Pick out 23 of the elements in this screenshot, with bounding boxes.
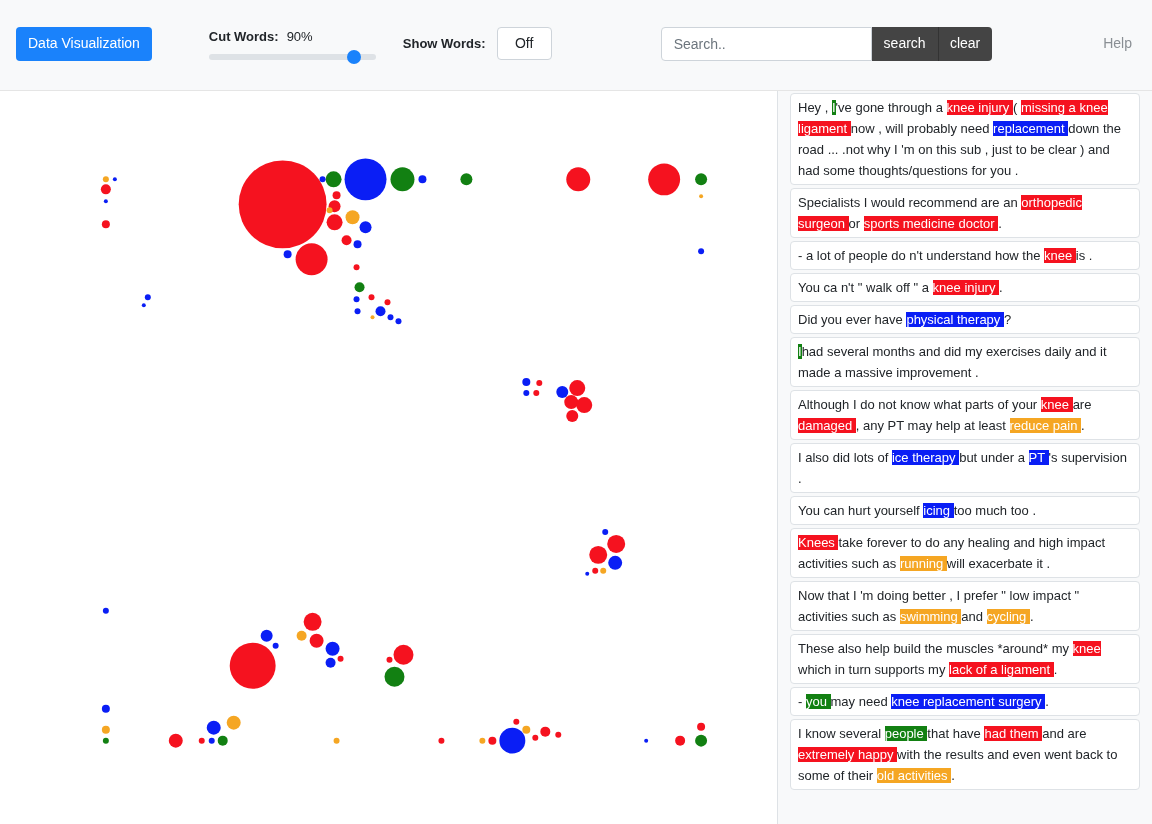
sentence-card: - a lot of people do n't understand how the knee is . — [790, 241, 1140, 270]
sentence-card: Although I do not know what parts of your knee are damaged , any PT may help at least reduce pain . — [790, 390, 1140, 440]
sentence-card: You can hurt yourself icing too much too . — [790, 496, 1140, 525]
sentence-card: These also help build the muscles *around* my knee which in turn supports my lack of a ligament . — [790, 634, 1140, 684]
show-words-toggle[interactable]: Off — [496, 27, 552, 60]
clear-button[interactable]: clear — [937, 26, 992, 61]
search-field[interactable]: Search.. — [660, 26, 872, 61]
cut-words-value: 90% — [286, 28, 313, 47]
sentence-card: Now that I 'm doing better , I prefer " low impact " activities such as swimming and cycling . — [790, 581, 1140, 631]
search-button[interactable]: search — [871, 26, 938, 61]
sentence-card: - you may need knee replacement surgery . — [790, 687, 1140, 716]
sentence-card: Specialists I would recommend are an orthopedic surgeon or sports medicine doctor . — [790, 188, 1140, 238]
sentence-card: Hey , I've gone through a knee injury ( missing a knee ligament now , will probably need replacement down the road ... .not why I 'm on this sub , just to be clear ) and had some thoughts/questions for you . — [790, 93, 1140, 185]
sentence-card: Ihad several months and did my exercises daily and it made a massive improvement . — [790, 337, 1140, 387]
sentence-card: You ca n't " walk off " a knee injury . — [790, 273, 1140, 302]
sentence-card: I know several people that have had them and are extremely happy with the results and even went back to some of their old activities . — [790, 719, 1140, 790]
sentence-card: I also did lots of ice therapy but under a PT 's supervision . — [790, 443, 1140, 493]
cut-words-label: Cut Words: — [208, 28, 279, 47]
slider-thumb[interactable] — [347, 49, 362, 64]
data-visualization-button[interactable]: Data Visualization — [16, 26, 152, 61]
sentence-card: Did you ever have physical therapy ? — [790, 305, 1140, 334]
show-words-label: Show Words: — [402, 34, 486, 53]
sentence-card: Knees take forever to do any healing and high impact activities such as running will exacerbate it . — [790, 528, 1140, 578]
